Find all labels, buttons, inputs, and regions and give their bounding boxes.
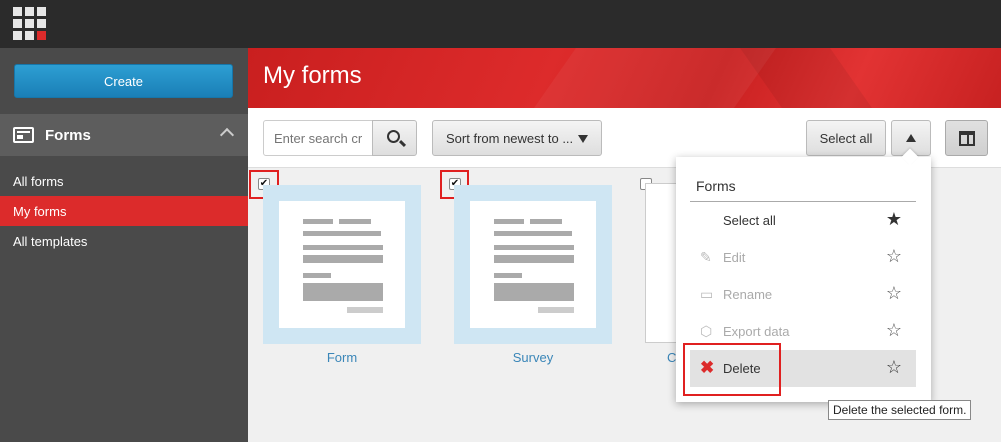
forms-section-header[interactable]: Forms: [0, 114, 248, 156]
menu-item-rename[interactable]: ▭ Rename ☆: [690, 276, 916, 313]
top-bar: [0, 0, 1001, 48]
menu-item-label: Rename: [723, 287, 773, 302]
delete-highlight: [683, 343, 781, 396]
form-card-form[interactable]: [263, 185, 421, 344]
dropdown-title: Forms: [696, 178, 736, 194]
sidebar-item-all-templates[interactable]: All templates: [0, 226, 248, 256]
star-outline-icon[interactable]: ☆: [886, 321, 902, 339]
page-header: My forms: [248, 48, 1001, 108]
export-box-icon: ⬡: [700, 323, 713, 339]
form-card-survey[interactable]: [454, 185, 612, 344]
tooltip: Delete the selected form.: [828, 400, 972, 420]
forms-icon: [13, 127, 34, 143]
sidebar-item-my-forms[interactable]: My forms: [0, 196, 248, 226]
details-panel-button[interactable]: [945, 120, 988, 156]
form-thumbnail: [279, 201, 405, 328]
search-input[interactable]: [264, 121, 372, 155]
star-outline-icon[interactable]: ☆: [886, 247, 902, 265]
menu-item-edit[interactable]: ✎ Edit ☆: [690, 239, 916, 276]
pencil-icon: ✎: [700, 249, 712, 265]
menu-item-label: Select all: [723, 213, 776, 228]
menu-item-label: Export data: [723, 324, 790, 339]
sort-dropdown[interactable]: Sort from newest to ...: [432, 120, 602, 156]
caret-down-icon: [578, 135, 588, 143]
chevron-up-icon[interactable]: [219, 127, 235, 143]
search-box[interactable]: [263, 120, 373, 156]
form-thumbnail: [470, 201, 596, 328]
sort-label: Sort from newest to ...: [446, 130, 574, 146]
star-outline-icon[interactable]: ☆: [886, 284, 902, 302]
forms-section-label: Forms: [45, 126, 91, 144]
menu-item-label: Edit: [723, 250, 746, 265]
app-launcher-icon[interactable]: [13, 7, 46, 40]
star-filled-icon[interactable]: ★: [886, 210, 902, 228]
create-button[interactable]: Create: [14, 64, 233, 98]
menu-item-select-all[interactable]: Select all ★: [690, 202, 916, 239]
page-title: My forms: [263, 62, 362, 89]
sidebar: Create Forms All forms My forms All temp…: [0, 48, 248, 442]
select-all-button[interactable]: Select all: [806, 120, 886, 156]
sidebar-item-all-forms[interactable]: All forms: [0, 166, 248, 196]
card-label[interactable]: C: [667, 350, 676, 365]
panel-layout-icon: [959, 131, 975, 146]
card-label[interactable]: Form: [263, 350, 421, 365]
search-button[interactable]: [372, 120, 417, 156]
caret-up-icon: [906, 134, 916, 142]
card-label[interactable]: Survey: [454, 350, 612, 365]
star-outline-icon[interactable]: ☆: [886, 358, 902, 376]
rename-icon: ▭: [700, 286, 714, 302]
